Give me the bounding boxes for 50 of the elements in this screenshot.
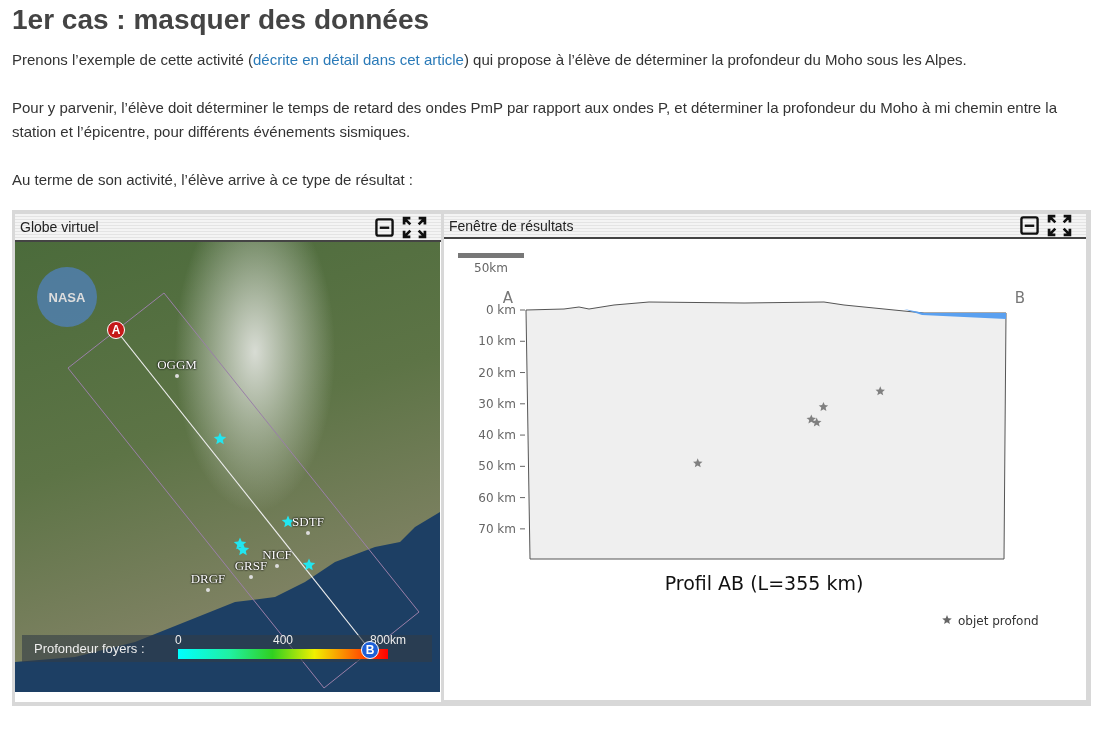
earthquake-star-icon (213, 432, 227, 446)
scale-bar (458, 253, 524, 258)
tick-mark (519, 465, 526, 467)
legend-label: objet profond (958, 614, 1039, 628)
tick-mark (519, 309, 526, 311)
scale-label: 50km (474, 261, 508, 275)
paragraph: Prenons l’exemple de cette activité (décrite en détail dans cet article) qui propose à l’élève de déterminer la profondeur du Moho sous les Alpes. (12, 50, 968, 70)
depth-label: 40 km (478, 428, 516, 443)
minimize-icon[interactable] (375, 217, 394, 237)
star-icon (942, 615, 952, 624)
legend-tick-label: 0 (175, 633, 182, 647)
paragraph: Au terme de son activité, l’élève arrive à ce type de résultat : (12, 170, 415, 190)
depth-label: 50 km (478, 459, 516, 474)
depth-label: 10 km (478, 334, 516, 349)
depth-label: 70 km (478, 521, 516, 536)
station-dot (175, 374, 179, 378)
profile-title: Profil AB (L=355 km) (664, 572, 864, 594)
depth-label: 30 km (478, 396, 516, 411)
station-label: SDTF (292, 514, 324, 530)
section-heading: 1er cas : masquer des données (12, 4, 431, 36)
tick-mark (519, 528, 526, 530)
tick-mark (519, 372, 526, 374)
station-dot (306, 531, 310, 535)
earthquake-star-icon (236, 543, 250, 557)
legend-tick-label: 400 (273, 633, 293, 647)
fullscreen-icon[interactable] (402, 215, 427, 239)
earthquake-star-icon (302, 558, 316, 572)
station-dot (206, 588, 210, 592)
deep-object-star (811, 417, 822, 427)
profile-end-label: B (1014, 289, 1026, 307)
depth-label: 20 km (478, 365, 516, 380)
station-label: DRGF (190, 571, 226, 587)
fullscreen-icon[interactable] (1047, 214, 1072, 237)
deep-object-star (875, 386, 885, 396)
depth-label: 60 km (478, 490, 516, 505)
panel-title: Fenêtre de résultats (449, 217, 575, 234)
station-dot (275, 564, 279, 568)
tick-mark (519, 340, 526, 342)
deep-object-star (818, 401, 829, 411)
tick-mark (519, 403, 526, 405)
tick-mark (519, 434, 526, 436)
paragraph: Pour y parvenir, l’élève doit déterminer le temps de retard des ondes PmP par rapport aux ondes P, et déterminer la profondeur du Moho à mi chemin entre la station et l’épicentre, pour différents événements sismiques. (12, 98, 1059, 142)
article-link[interactable]: décrite en détail dans cet article (252, 51, 464, 68)
deep-object-star (693, 458, 703, 468)
station-dot (249, 575, 253, 579)
tick-mark (519, 497, 526, 499)
panel-title: Globe virtuel (20, 219, 100, 235)
station-label: OGGM (157, 357, 197, 373)
minimize-icon[interactable] (1020, 216, 1039, 235)
legend-label: Profondeur foyers : (34, 641, 146, 656)
